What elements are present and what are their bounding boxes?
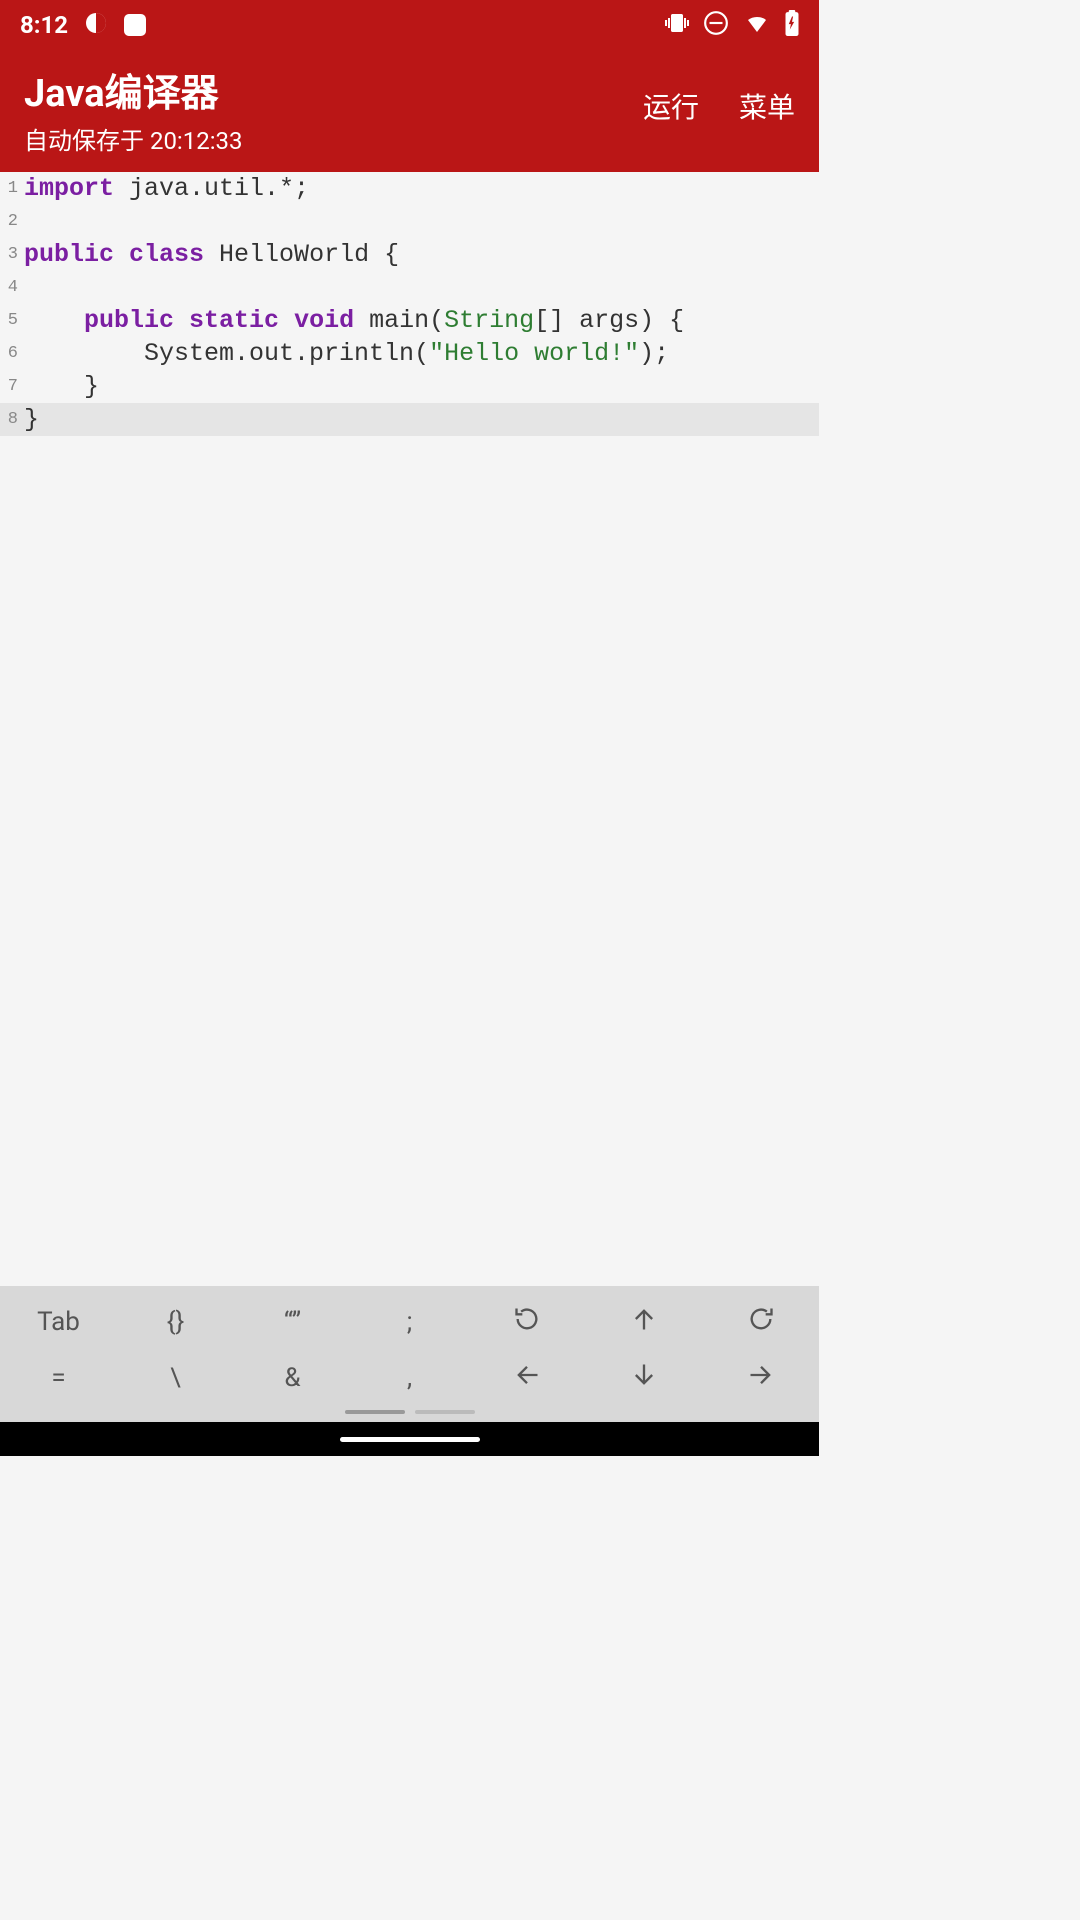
toolbar-row: =\&, bbox=[0, 1350, 819, 1406]
undo-button[interactable] bbox=[468, 1305, 585, 1340]
app-indicator-icon bbox=[84, 11, 108, 39]
up-icon bbox=[630, 1305, 658, 1340]
app-header: Java编译器 自动保存于 20:12:33 运行 菜单 bbox=[0, 50, 819, 172]
code-line[interactable]: 6 System.out.println("Hello world!"); bbox=[0, 337, 819, 370]
code-line[interactable]: 4 bbox=[0, 271, 819, 304]
status-bar: 8:12 bbox=[0, 0, 819, 50]
left-icon bbox=[513, 1361, 541, 1396]
navigation-bar bbox=[0, 1422, 819, 1456]
nav-handle[interactable] bbox=[340, 1437, 480, 1442]
line-content[interactable]: } bbox=[24, 370, 819, 403]
braces-key[interactable]: {} bbox=[117, 1307, 234, 1337]
line-number: 3 bbox=[0, 238, 24, 271]
toolbar-scroll-indicator bbox=[0, 1406, 819, 1418]
battery-charging-icon bbox=[785, 10, 799, 40]
code-line[interactable]: 7 } bbox=[0, 370, 819, 403]
line-content[interactable]: import java.util.*; bbox=[24, 172, 819, 205]
app-title: Java编译器 bbox=[24, 62, 243, 117]
tab-key[interactable]: Tab bbox=[0, 1307, 117, 1337]
semicolon-key[interactable]: ; bbox=[351, 1307, 468, 1337]
down-icon bbox=[630, 1361, 658, 1396]
scroll-indicator-segment bbox=[415, 1410, 475, 1414]
equals-key[interactable]: = bbox=[0, 1363, 117, 1393]
code-line[interactable]: 2 bbox=[0, 205, 819, 238]
line-number: 7 bbox=[0, 370, 24, 403]
ampersand-key[interactable]: & bbox=[234, 1363, 351, 1393]
line-number: 2 bbox=[0, 205, 24, 238]
line-content[interactable]: System.out.println("Hello world!"); bbox=[24, 337, 819, 370]
wifi-icon bbox=[743, 11, 771, 39]
arrow-up-button[interactable] bbox=[585, 1305, 702, 1340]
arrow-down-button[interactable] bbox=[585, 1361, 702, 1396]
line-number: 8 bbox=[0, 403, 24, 436]
run-button[interactable]: 运行 bbox=[643, 86, 699, 126]
toolbar-row: Tab{}“”; bbox=[0, 1294, 819, 1350]
undo-icon bbox=[513, 1305, 541, 1340]
backslash-key[interactable]: \ bbox=[117, 1363, 234, 1393]
symbol-toolbar: Tab{}“”; =\&, bbox=[0, 1286, 819, 1422]
code-editor[interactable]: 1import java.util.*;23public class Hello… bbox=[0, 172, 819, 1286]
line-number: 4 bbox=[0, 271, 24, 304]
line-number: 6 bbox=[0, 337, 24, 370]
app-indicator-icon bbox=[124, 14, 146, 36]
redo-icon bbox=[747, 1305, 775, 1340]
code-line[interactable]: 1import java.util.*; bbox=[0, 172, 819, 205]
quotes-key[interactable]: “” bbox=[234, 1307, 351, 1337]
scroll-indicator-segment bbox=[345, 1410, 405, 1414]
line-content[interactable]: public class HelloWorld { bbox=[24, 238, 819, 271]
right-icon bbox=[747, 1361, 775, 1396]
line-content[interactable]: public static void main(String[] args) { bbox=[24, 304, 819, 337]
code-line[interactable]: 5 public static void main(String[] args)… bbox=[0, 304, 819, 337]
arrow-left-button[interactable] bbox=[468, 1361, 585, 1396]
comma-key[interactable]: , bbox=[351, 1363, 468, 1393]
code-line[interactable]: 3public class HelloWorld { bbox=[0, 238, 819, 271]
code-line[interactable]: 8} bbox=[0, 403, 819, 436]
save-status: 自动保存于 20:12:33 bbox=[24, 121, 243, 156]
menu-button[interactable]: 菜单 bbox=[739, 86, 795, 126]
line-number: 5 bbox=[0, 304, 24, 337]
redo-button[interactable] bbox=[702, 1305, 819, 1340]
line-content[interactable]: } bbox=[24, 403, 819, 436]
vibrate-icon bbox=[665, 11, 689, 39]
arrow-right-button[interactable] bbox=[702, 1361, 819, 1396]
line-number: 1 bbox=[0, 172, 24, 205]
status-time: 8:12 bbox=[20, 11, 68, 39]
dnd-icon bbox=[703, 10, 729, 40]
